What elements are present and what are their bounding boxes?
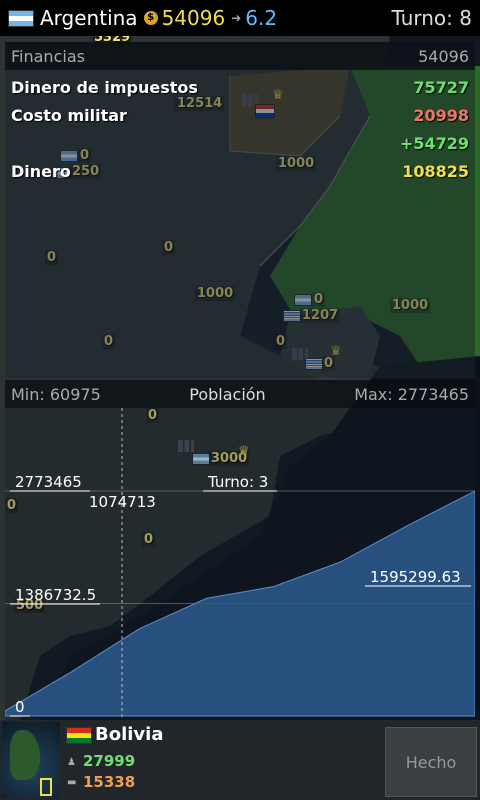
y-tick-label-max: 2773465 xyxy=(15,473,82,491)
finance-label: Dinero de impuestos xyxy=(11,78,198,97)
y-tick-label-min: 0 xyxy=(15,698,25,716)
money-value: 54096 xyxy=(161,6,226,30)
bolivia-flag-icon[interactable] xyxy=(66,727,92,744)
finance-title: Financias xyxy=(11,46,85,66)
phone-icon xyxy=(40,778,52,796)
selected-country-name[interactable]: Bolivia xyxy=(95,724,163,745)
population-stat: 27999 xyxy=(83,752,136,770)
finance-panel: Financias 54096 Dinero de impuestos 7572… xyxy=(5,42,475,378)
argentina-flag-icon xyxy=(8,9,34,27)
finance-row-tax: Dinero de impuestos 75727 xyxy=(11,78,469,97)
finance-value: +54729 xyxy=(399,134,469,153)
coin-icon: $ xyxy=(143,11,158,25)
hover-value-label: 1074713 xyxy=(89,493,156,511)
point-value-label: 1595299.63 xyxy=(370,568,461,586)
population-chart[interactable]: 2773465 1386732.5 0 1074713 Turno: 3 159… xyxy=(5,408,475,720)
finance-label: Dinero xyxy=(11,162,71,181)
income-arrow-icon: ➜ xyxy=(231,11,242,25)
top-status-bar: Argentina $ 54096 ➜ 6.2 Turno: 8 xyxy=(0,0,480,36)
finance-row-military: Costo militar 20998 xyxy=(11,106,469,125)
population-min: Min: 60975 xyxy=(11,384,101,404)
finance-value: 20998 xyxy=(413,106,469,125)
finance-row-money: Dinero 108825 xyxy=(11,162,469,181)
finance-total: 54096 xyxy=(418,46,469,66)
population-max: Max: 2773465 xyxy=(354,384,469,404)
finance-label: Costo militar xyxy=(11,106,127,125)
finance-header: Financias 54096 xyxy=(5,42,475,70)
turn-counter: Turno: 8 xyxy=(391,6,472,30)
minimap-globe[interactable] xyxy=(2,722,60,798)
finance-value: 108825 xyxy=(402,162,469,181)
person-icon: ♟ xyxy=(67,757,76,768)
y-tick-label-mid: 1386732.5 xyxy=(15,586,96,604)
hover-turn-label: Turno: 3 xyxy=(207,473,268,491)
finance-value: 75727 xyxy=(413,78,469,97)
country-name: Argentina xyxy=(40,6,138,30)
income-rate: 6.2 xyxy=(245,6,278,30)
population-title: Población xyxy=(189,384,266,404)
military-stat: 15338 xyxy=(83,773,136,791)
finance-row-net: +54729 xyxy=(11,134,469,153)
minimap-land xyxy=(10,730,40,780)
army-icon: ▬ xyxy=(67,777,77,788)
done-button[interactable]: Hecho xyxy=(385,727,477,797)
population-header: Min: 60975 Población Max: 2773465 xyxy=(5,380,475,408)
